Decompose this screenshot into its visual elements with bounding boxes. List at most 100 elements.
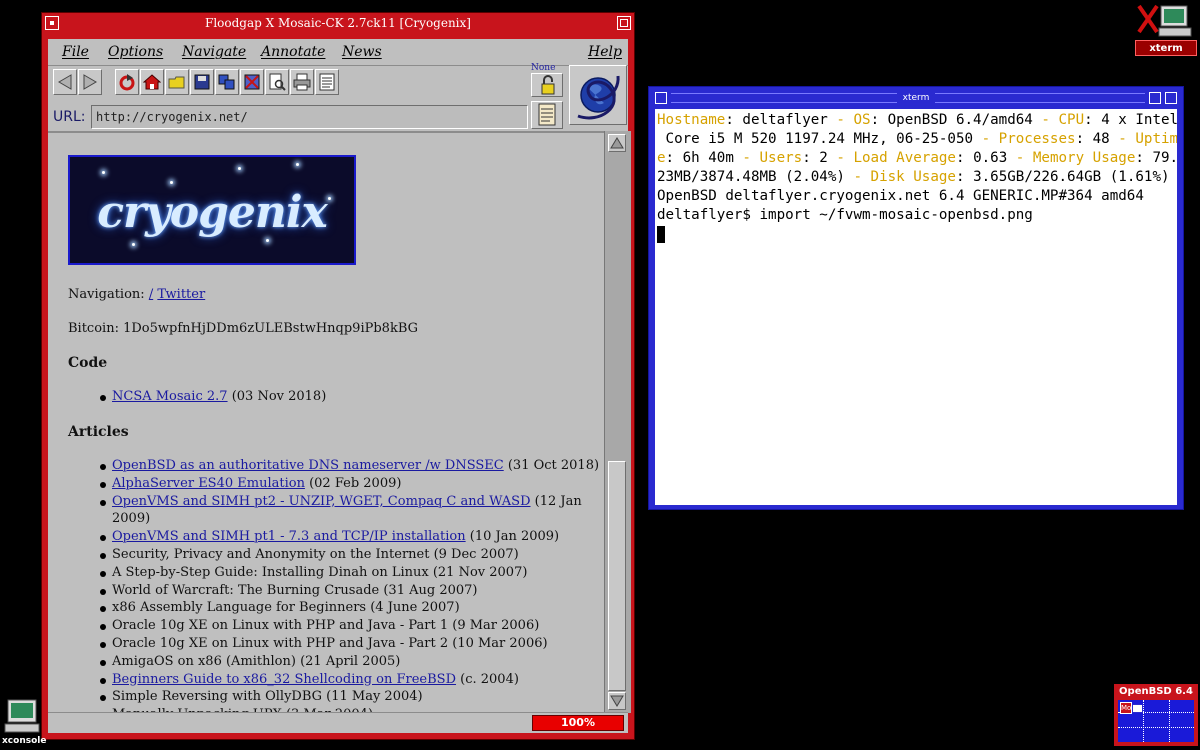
menu-navigate[interactable]: Navigate	[182, 44, 246, 60]
forward-button[interactable]	[78, 69, 102, 95]
list-item: x86 Assembly Language for Beginners (4 J…	[112, 600, 460, 615]
terminal-label: -	[1041, 112, 1050, 128]
terminal-text: : 48	[1075, 131, 1119, 147]
navigation-line: Navigation: / Twitter	[68, 287, 205, 302]
article-date: (12 Jan	[530, 493, 582, 509]
terminal-text: : deltaflyer	[725, 112, 837, 128]
print-button[interactable]	[290, 69, 314, 95]
maximize-button[interactable]	[617, 16, 631, 30]
source-button[interactable]	[315, 69, 339, 95]
window-menu-button[interactable]	[45, 16, 59, 30]
notepad-icon	[538, 103, 556, 126]
list-item: A Step-by-Step Guide: Installing Dinah o…	[112, 565, 527, 580]
xconsole-icon-label: xconsole	[2, 736, 47, 746]
article-date: A Step-by-Step Guide: Installing Dinah o…	[112, 564, 528, 580]
terminal-line: Hostname: deltaflyer - OS: OpenBSD 6.4/a…	[657, 111, 1177, 130]
close-window-button[interactable]	[240, 69, 264, 95]
security-button[interactable]	[531, 73, 563, 97]
vertical-scrollbar[interactable]	[604, 131, 631, 713]
terminal-line: deltaflyer$ import ~/fvwm-mosaic-openbsd…	[657, 206, 1177, 225]
bullet	[100, 624, 106, 631]
terminal-label: Users	[750, 150, 803, 166]
save-button[interactable]	[190, 69, 214, 95]
clone-window-button[interactable]	[215, 69, 239, 95]
menu-news[interactable]: News	[342, 44, 382, 60]
mosaic-globe-button[interactable]	[569, 65, 627, 125]
mosaic-body: File Options Navigate Annotate News Help	[48, 39, 631, 733]
terminal-text: Core i5 M 520 1197.24 MHz, 06-25-050	[657, 131, 982, 147]
find-button[interactable]	[265, 69, 289, 95]
article-date: Security, Privacy and Anonymity on the I…	[112, 547, 519, 562]
load-progress: 100%	[532, 715, 624, 731]
article-link[interactable]: Beginners Guide to x86_32 Shellcoding on…	[112, 672, 456, 687]
forward-arrow-icon	[83, 74, 97, 90]
menu-annotate[interactable]: Annotate	[261, 44, 325, 60]
list-item: Oracle 10g XE on Linux with PHP and Java…	[112, 636, 548, 651]
mosaic-titlebar[interactable]: Floodgap X Mosaic-CK 2.7ck11 [Cryogenix]	[42, 13, 634, 33]
article-date: Oracle 10g XE on Linux with PHP and Java…	[112, 636, 548, 651]
xterm-desktop-icon[interactable]: xterm	[1135, 2, 1197, 58]
article-link[interactable]: OpenVMS and SIMH pt1 - 7.3 and TCP/IP in…	[112, 529, 466, 544]
windows-icon	[218, 74, 235, 90]
scroll-down-button[interactable]	[608, 692, 626, 710]
bullet	[100, 642, 106, 648]
list-item: OpenBSD as an authoritative DNS nameserv…	[112, 458, 599, 473]
article-link[interactable]: OpenVMS and SIMH pt2 - UNZIP, WGET, Comp…	[112, 494, 531, 509]
bullet	[100, 499, 106, 506]
padlock-icon	[541, 75, 555, 95]
terminal-line: Core i5 M 520 1197.24 MHz, 06-25-050 - P…	[657, 130, 1177, 149]
xterm-maximize-button[interactable]	[1165, 92, 1177, 104]
xconsole-desktop-icon[interactable]: xconsole	[2, 698, 46, 748]
terminal-text: : 4 x Intel	[1084, 112, 1177, 128]
menubar: File Options Navigate Annotate News Help	[48, 39, 628, 66]
bullet	[100, 481, 106, 488]
menu-help[interactable]: Help	[588, 44, 622, 60]
url-input[interactable]: http://cryogenix.net/	[91, 105, 528, 129]
terminal-label: -	[981, 131, 991, 147]
article-date: (10 Jan 2009)	[465, 529, 560, 545]
down-arrow-icon	[610, 695, 624, 707]
open-button[interactable]	[165, 69, 189, 95]
terminal-cursor-line	[657, 225, 1177, 244]
scroll-up-button[interactable]	[608, 134, 626, 152]
terminal-label: Load Average	[844, 150, 956, 166]
terminal-text: : 3.65GB/226.64GB (1.61%)	[955, 169, 1170, 185]
up-arrow-icon	[610, 137, 624, 149]
home-button[interactable]	[140, 69, 164, 95]
back-button[interactable]	[53, 69, 77, 95]
pager-grid[interactable]: Mo	[1118, 700, 1194, 742]
terminal-cursor	[657, 225, 665, 243]
xterm-title-text: xterm	[655, 91, 1177, 105]
xterm-minimize-button[interactable]	[1149, 92, 1161, 104]
article-link[interactable]: NCSA Mosaic 2.7	[112, 389, 228, 404]
terminal-text: : 6h 40m	[665, 150, 743, 166]
menu-options[interactable]: Options	[108, 44, 163, 60]
pager-mini-mosaic[interactable]: Mo	[1120, 702, 1132, 714]
terminal-label: -	[853, 169, 863, 185]
close-window-icon	[244, 74, 260, 90]
article-date: World of Warcraft: The Burning Crusade (…	[112, 582, 478, 598]
article-link[interactable]: OpenBSD as an authoritative DNS nameserv…	[112, 458, 504, 473]
window-menu-icon	[50, 21, 54, 25]
logo-sparkle	[102, 171, 105, 174]
cryogenix-logo: cryogenix	[68, 155, 356, 265]
reload-button[interactable]	[115, 69, 139, 95]
articles-heading: Articles	[68, 424, 129, 440]
terminal-screen[interactable]: Hostname: deltaflyer - OS: OpenBSD 6.4/a…	[655, 109, 1177, 505]
logo-sparkle	[296, 163, 299, 166]
annotate-button[interactable]	[531, 101, 563, 129]
open-folder-icon	[168, 76, 185, 89]
terminal-text: : 0.63	[955, 150, 1016, 166]
list-item: AlphaServer ES40 Emulation (02 Feb 2009)	[112, 476, 401, 491]
terminal-label: -	[1118, 131, 1127, 147]
xterm-computer-icon	[1137, 4, 1192, 37]
desktop-pager[interactable]: OpenBSD 6.4 Mo	[1114, 684, 1198, 746]
nav-twitter-link[interactable]: Twitter	[157, 287, 205, 302]
logo-text: cryogenix	[97, 187, 328, 238]
nav-slash-link[interactable]: /	[149, 287, 153, 302]
logo-sparkle	[132, 243, 135, 246]
pager-mini-xterm[interactable]	[1132, 704, 1143, 713]
menu-file[interactable]: File	[62, 44, 89, 60]
article-link[interactable]: AlphaServer ES40 Emulation	[112, 476, 305, 491]
scroll-thumb[interactable]	[608, 461, 626, 691]
